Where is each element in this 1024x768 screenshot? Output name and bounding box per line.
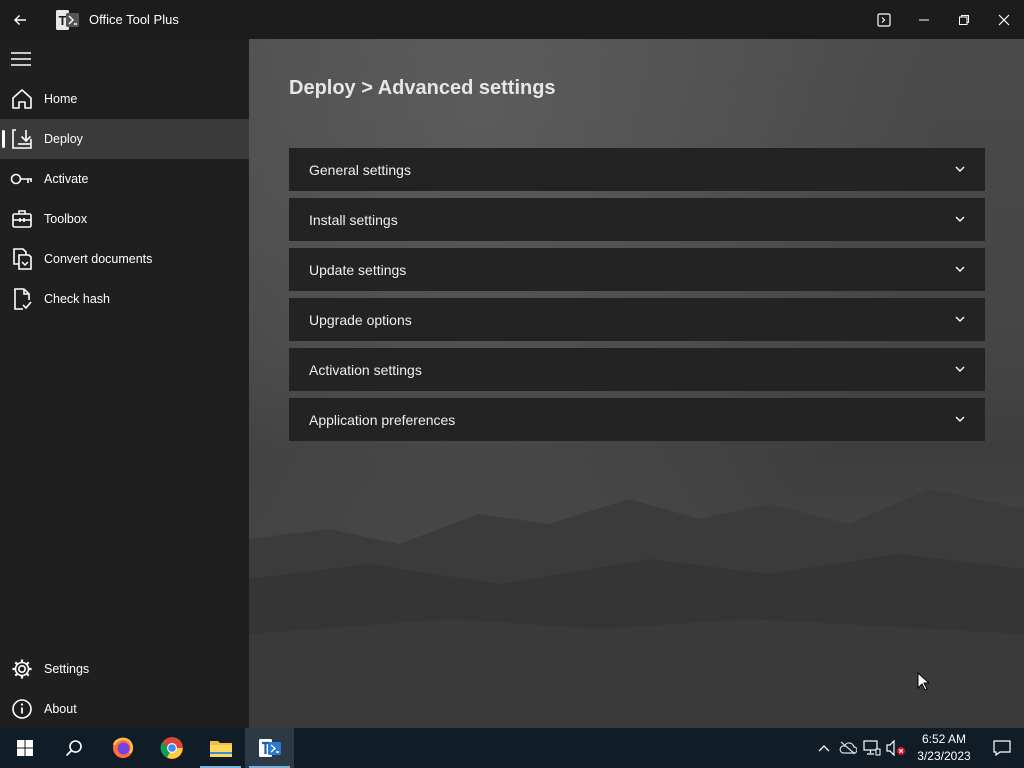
clock-time: 6:52 AM bbox=[921, 732, 967, 746]
chrome-icon bbox=[160, 737, 183, 759]
show-hidden-icons-button[interactable] bbox=[812, 728, 836, 768]
taskbar-search-button[interactable] bbox=[49, 728, 98, 768]
close-icon bbox=[998, 14, 1010, 25]
check-hash-icon bbox=[0, 279, 44, 319]
search-icon bbox=[65, 740, 82, 757]
app-logo-letter: T bbox=[59, 13, 67, 28]
info-icon bbox=[0, 689, 44, 729]
expander-install-settings[interactable]: Install settings bbox=[289, 198, 985, 241]
toolbox-icon bbox=[0, 199, 44, 239]
sidebar-item-deploy[interactable]: Deploy bbox=[0, 119, 249, 159]
gear-icon bbox=[0, 649, 44, 689]
sidebar-item-about[interactable]: About bbox=[0, 689, 249, 729]
chevron-down-icon bbox=[953, 362, 967, 376]
chevron-down-icon bbox=[953, 312, 967, 326]
sidebar-item-label: Deploy bbox=[44, 132, 83, 146]
terminal-button[interactable] bbox=[864, 0, 904, 39]
action-center-button[interactable] bbox=[980, 728, 1024, 768]
taskbar-office-tool-plus[interactable] bbox=[245, 728, 294, 768]
taskbar: 6:52 AM 3/23/2023 bbox=[0, 728, 1024, 768]
sidebar-item-label: Convert documents bbox=[44, 252, 153, 266]
sidebar-item-label: Activate bbox=[44, 172, 89, 186]
key-icon bbox=[0, 159, 44, 199]
taskbar-chrome[interactable] bbox=[147, 728, 196, 768]
background-landscape bbox=[249, 489, 1024, 728]
convert-documents-icon bbox=[0, 239, 44, 279]
chevron-down-icon bbox=[953, 212, 967, 226]
window-controls bbox=[864, 0, 1024, 39]
chevron-down-icon bbox=[953, 262, 967, 276]
hamburger-icon bbox=[11, 52, 31, 66]
expander-label: Upgrade options bbox=[309, 311, 412, 328]
volume-muted-icon bbox=[886, 740, 905, 756]
close-button[interactable] bbox=[984, 0, 1024, 39]
app-title: Office Tool Plus bbox=[89, 12, 179, 27]
main-content: Deploy > Advanced settings General setti… bbox=[249, 39, 1024, 728]
sidebar-item-label: Home bbox=[44, 92, 78, 106]
sidebar: Home Deploy Activate Toolbox Convert doc… bbox=[0, 39, 249, 728]
sidebar-item-toolbox[interactable]: Toolbox bbox=[0, 199, 249, 239]
restore-icon bbox=[959, 14, 969, 25]
expander-label: Activation settings bbox=[309, 361, 422, 378]
expander-activation-settings[interactable]: Activation settings bbox=[289, 348, 985, 391]
network-tray-button[interactable] bbox=[860, 728, 884, 768]
volume-tray-button[interactable] bbox=[884, 728, 908, 768]
file-explorer-icon bbox=[209, 741, 232, 757]
expander-label: General settings bbox=[309, 161, 411, 178]
expander-update-settings[interactable]: Update settings bbox=[289, 248, 985, 291]
chevron-down-icon bbox=[953, 162, 967, 176]
sidebar-item-convert-documents[interactable]: Convert documents bbox=[0, 239, 249, 279]
taskbar-file-explorer[interactable] bbox=[196, 728, 245, 768]
title-bar: T Office Tool Plus bbox=[0, 0, 1024, 39]
office-tool-plus-icon bbox=[258, 739, 281, 757]
arrow-left-icon bbox=[13, 14, 26, 25]
clock-date: 3/23/2023 bbox=[917, 749, 971, 763]
expander-application-preferences[interactable]: Application preferences bbox=[289, 398, 985, 441]
sidebar-item-label: Settings bbox=[44, 662, 90, 676]
firefox-icon bbox=[112, 737, 133, 758]
sidebar-item-label: Check hash bbox=[44, 292, 111, 306]
expander-label: Application preferences bbox=[309, 411, 456, 428]
back-button[interactable] bbox=[0, 0, 40, 39]
sidebar-item-check-hash[interactable]: Check hash bbox=[0, 279, 249, 319]
cloud-offline-icon bbox=[839, 741, 857, 755]
minimize-button[interactable] bbox=[904, 0, 944, 39]
home-icon bbox=[0, 79, 44, 119]
minimize-icon bbox=[919, 19, 929, 20]
expander-upgrade-options[interactable]: Upgrade options bbox=[289, 298, 985, 341]
mouse-cursor-icon bbox=[917, 672, 929, 691]
network-icon bbox=[863, 740, 881, 756]
sidebar-item-home[interactable]: Home bbox=[0, 79, 249, 119]
sidebar-item-label: Toolbox bbox=[44, 212, 88, 226]
page-title: Deploy > Advanced settings bbox=[289, 77, 556, 99]
system-tray: 6:52 AM 3/23/2023 bbox=[812, 728, 1024, 768]
taskbar-firefox[interactable] bbox=[98, 728, 147, 768]
expander-label: Update settings bbox=[309, 261, 407, 278]
sidebar-item-activate[interactable]: Activate bbox=[0, 159, 249, 199]
chevron-down-icon bbox=[953, 412, 967, 426]
chevron-up-icon bbox=[818, 745, 830, 752]
app-logo: T bbox=[56, 9, 80, 30]
sidebar-item-label: About bbox=[44, 702, 77, 716]
expander-general-settings[interactable]: General settings bbox=[289, 148, 985, 191]
taskbar-clock[interactable]: 6:52 AM 3/23/2023 bbox=[908, 731, 980, 765]
terminal-icon bbox=[877, 12, 891, 27]
onedrive-tray-button[interactable] bbox=[836, 728, 860, 768]
notification-icon bbox=[993, 740, 1011, 756]
deploy-icon bbox=[0, 119, 44, 159]
sidebar-item-settings[interactable]: Settings bbox=[0, 649, 249, 689]
start-icon bbox=[16, 740, 33, 756]
selection-indicator bbox=[2, 130, 5, 148]
start-button[interactable] bbox=[0, 728, 49, 768]
restore-button[interactable] bbox=[944, 0, 984, 39]
expander-label: Install settings bbox=[309, 211, 398, 228]
menu-toggle-button[interactable] bbox=[0, 39, 249, 79]
